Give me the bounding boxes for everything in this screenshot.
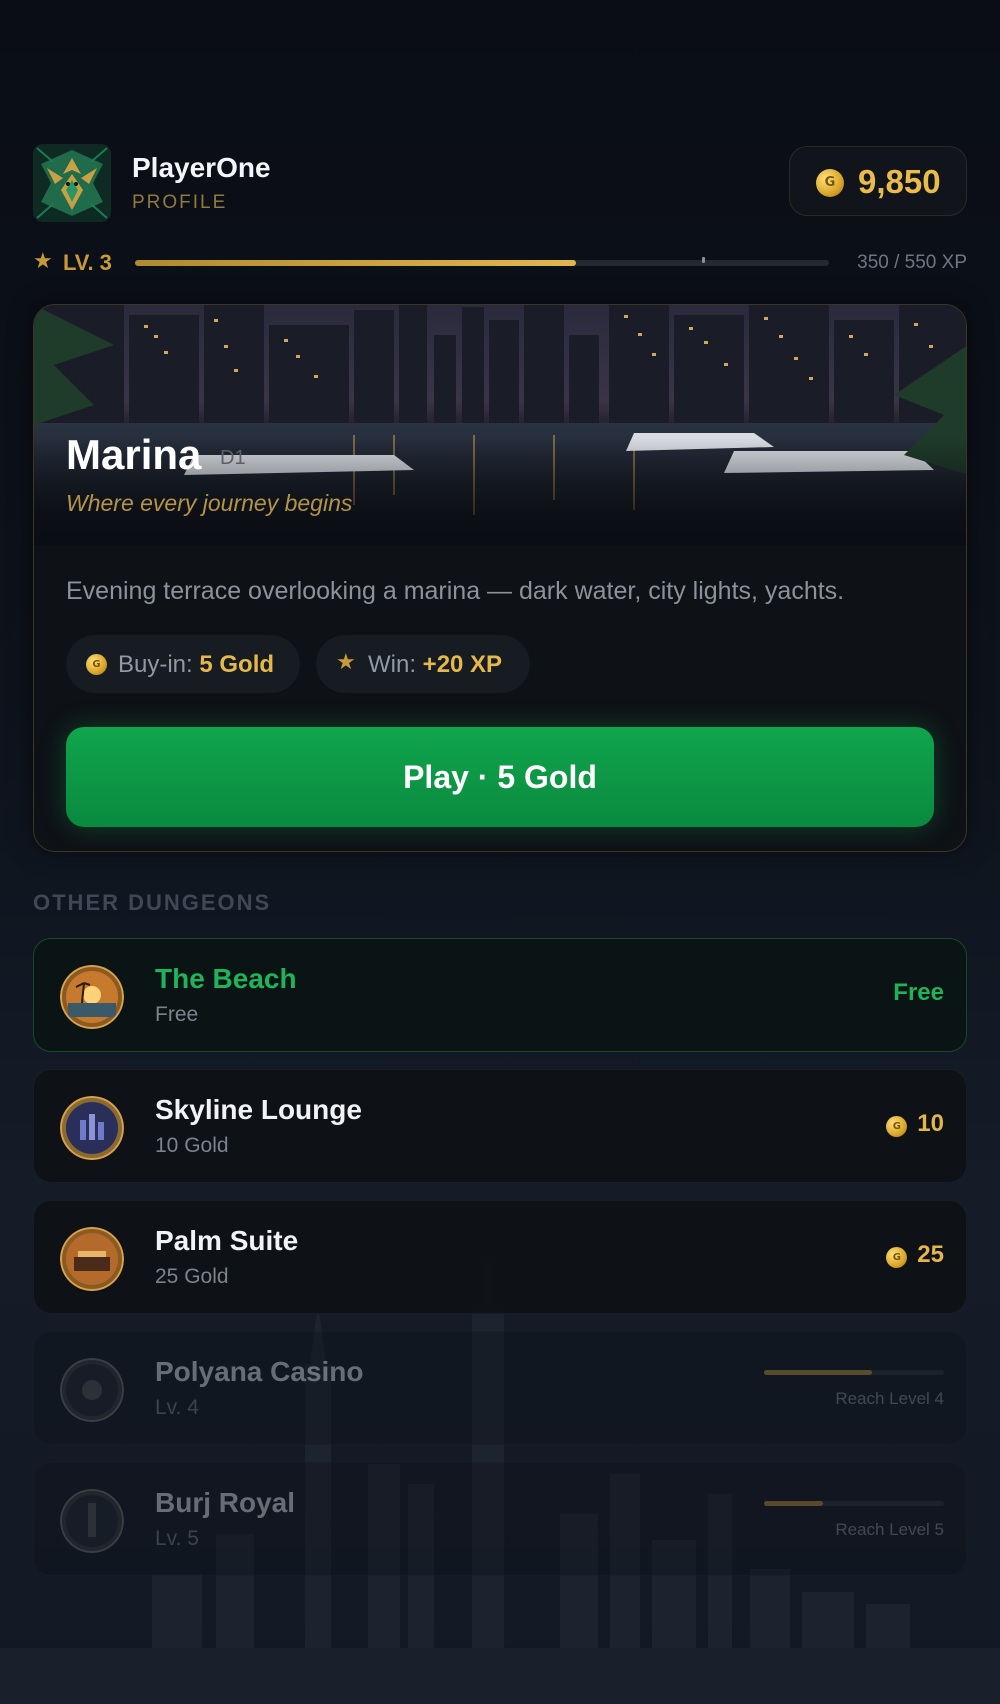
star-icon: ★ <box>33 248 53 273</box>
dungeon-price: G 10 <box>886 1110 944 1138</box>
gold-coin-icon: G <box>886 1247 908 1268</box>
dungeon-name: Burj Royal <box>155 1487 296 1518</box>
buyin-pill: G Buy-in: 5 Gold <box>66 635 300 693</box>
dungeon-price: Free <box>893 979 944 1007</box>
xp-row: ★ LV. 3 350 / 550 XP <box>33 248 967 278</box>
unlock-progress-bar <box>764 1501 944 1506</box>
casino-medallion-icon <box>60 1358 124 1422</box>
dungeon-row-polyana-casino: Polyana Casino Lv. 4 Reach Level 4 <box>33 1331 967 1445</box>
gold-amount: 9,850 <box>858 163 941 200</box>
dungeon-cost: 25 Gold <box>155 1265 229 1288</box>
dungeon-row-palm-suite[interactable]: Palm Suite 25 Gold G 25 <box>33 1200 967 1314</box>
level-label: LV. 3 <box>63 250 112 275</box>
unlock-progress-fill <box>764 1501 824 1506</box>
player-avatar[interactable] <box>33 144 111 222</box>
featured-tag: D1 <box>220 447 246 469</box>
palm-suite-medallion-icon <box>60 1227 124 1291</box>
price-text: 25 <box>917 1241 944 1268</box>
play-button[interactable]: Play · 5 Gold <box>66 727 934 827</box>
xp-progress-text: 350 / 550 XP <box>857 252 967 273</box>
dungeon-row-burj-royal: Burj Royal Lv. 5 Reach Level 5 <box>33 1462 967 1576</box>
xp-tick-marker <box>702 257 705 263</box>
player-header: PlayerOne PROFILE G 9,850 <box>33 144 967 224</box>
featured-title: Marina <box>66 431 202 478</box>
burj-medallion-icon <box>60 1489 124 1553</box>
price-text: Free <box>893 979 944 1006</box>
gold-coin-icon: G <box>816 169 844 197</box>
gold-coin-icon: G <box>886 1116 908 1137</box>
unlock-requirement: Reach Level 4 <box>835 1389 944 1408</box>
featured-description: Evening terrace overlooking a marina — d… <box>66 577 845 605</box>
dungeon-cost: Free <box>155 1003 199 1026</box>
xp-progress-bar <box>135 257 829 266</box>
win-value: +20 XP <box>422 651 503 678</box>
player-name[interactable]: PlayerOne <box>132 152 271 184</box>
featured-dungeon-card: Marina D1 Where every journey begins Eve… <box>33 304 967 852</box>
dungeon-cost: 10 Gold <box>155 1134 229 1157</box>
dungeon-level-req: Lv. 5 <box>155 1527 199 1550</box>
dungeon-name: Skyline Lounge <box>155 1094 362 1125</box>
section-title-other-dungeons: OTHER DUNGEONS <box>33 890 272 915</box>
win-label: Win: <box>368 651 416 678</box>
dungeon-level-req: Lv. 4 <box>155 1396 199 1419</box>
featured-subtitle: Where every journey begins <box>66 490 353 516</box>
gold-coin-icon: G <box>86 654 107 675</box>
price-text: 10 <box>917 1110 944 1137</box>
win-pill: ★ Win: +20 XP <box>316 635 530 693</box>
unlock-requirement: Reach Level 5 <box>835 1520 944 1539</box>
dungeon-price: G 25 <box>886 1241 944 1269</box>
xp-progress-fill <box>135 260 577 266</box>
dungeon-name: The Beach <box>155 963 297 994</box>
dungeon-name: Polyana Casino <box>155 1356 364 1387</box>
eagle-emblem-icon <box>33 144 111 222</box>
buyin-value: 5 Gold <box>199 651 275 678</box>
gold-balance[interactable]: G 9,850 <box>789 146 967 216</box>
dungeon-name: Palm Suite <box>155 1225 299 1256</box>
profile-label[interactable]: PROFILE <box>132 192 227 214</box>
unlock-progress-bar <box>764 1370 944 1375</box>
ground-strip <box>0 1648 1000 1704</box>
beach-medallion-icon <box>60 965 124 1029</box>
skyline-medallion-icon <box>60 1096 124 1160</box>
dungeon-row-skyline-lounge[interactable]: Skyline Lounge 10 Gold G 10 <box>33 1069 967 1183</box>
unlock-progress-fill <box>764 1370 872 1375</box>
dungeon-row-the-beach[interactable]: The Beach Free Free <box>33 938 967 1052</box>
buyin-label: Buy-in: <box>118 651 193 678</box>
star-icon: ★ <box>336 649 356 674</box>
